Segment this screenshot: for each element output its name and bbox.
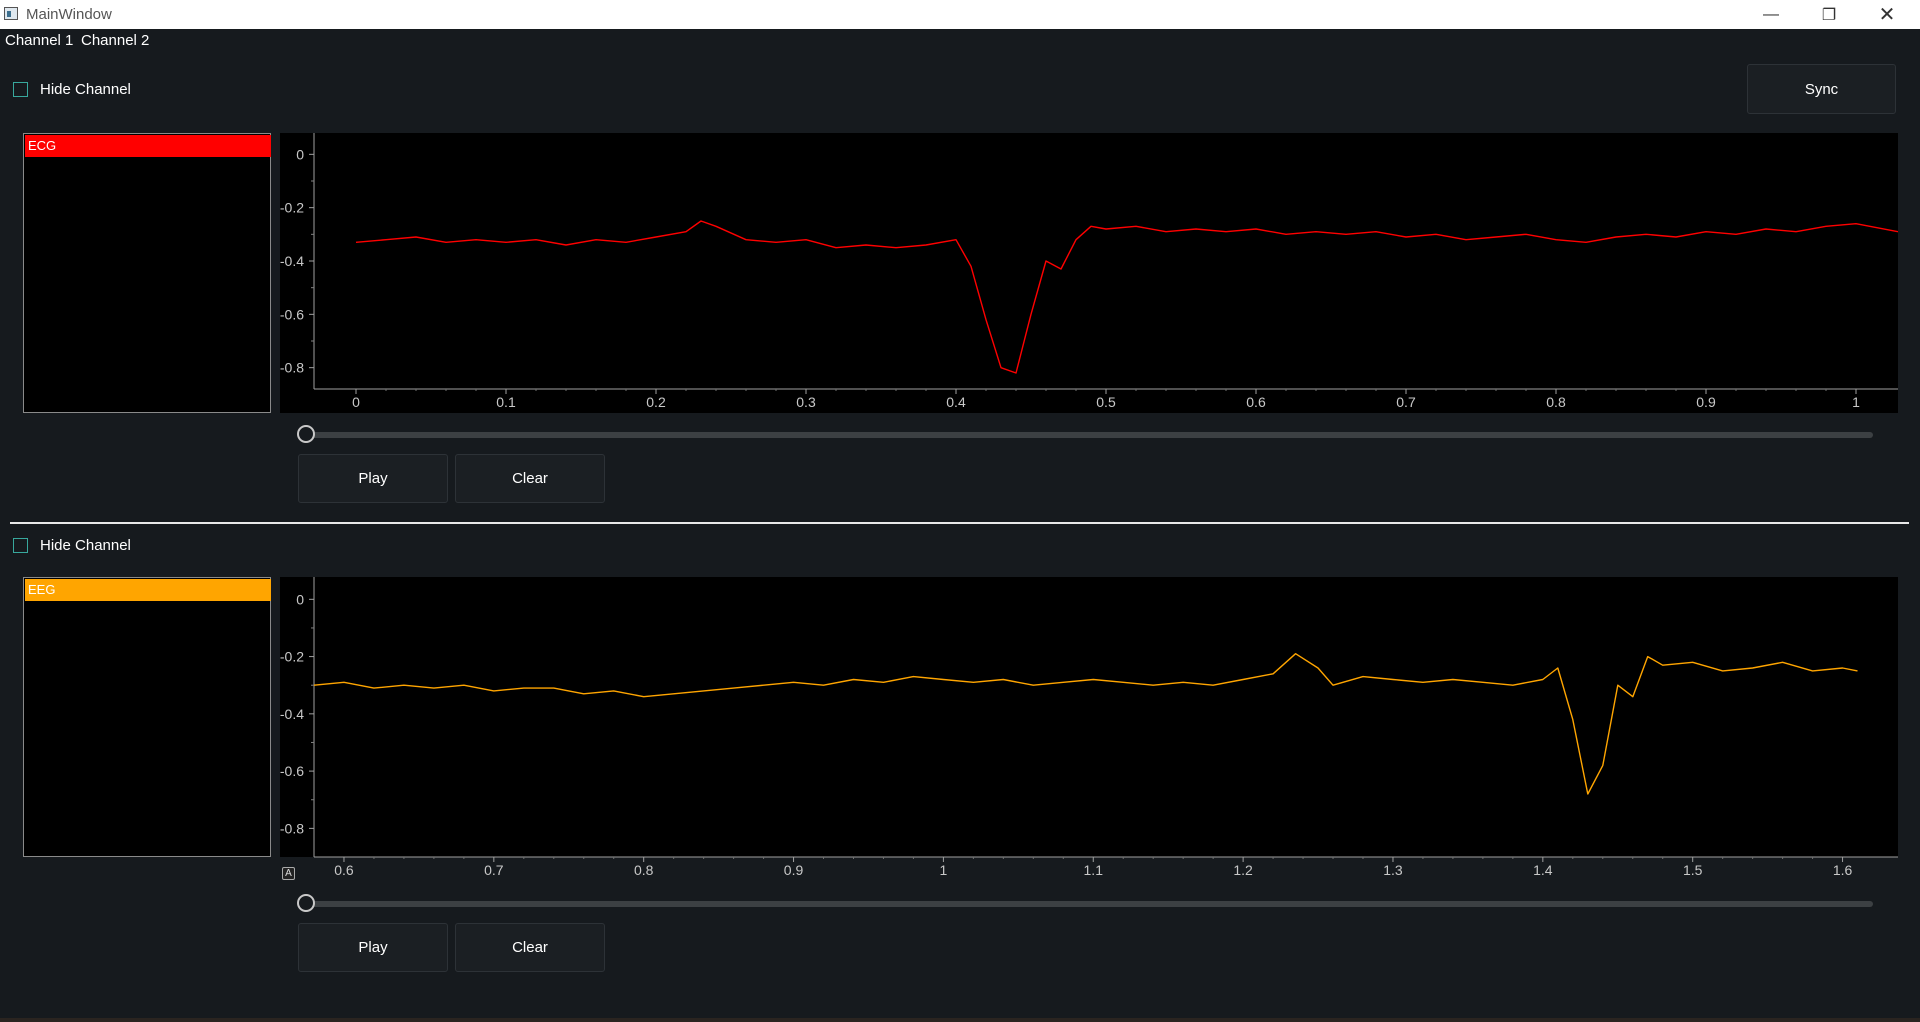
y-tick-label: -0.6 [280,306,304,322]
clear-button-channel-2[interactable]: Clear [455,923,605,972]
window-title: MainWindow [26,6,112,23]
play-button-channel-1[interactable]: Play [298,454,448,503]
hide-channel-2-checkbox[interactable] [13,538,28,553]
y-tick-label: -0.8 [280,820,304,836]
y-tick-label: 0 [296,591,304,607]
x-tick-label: 1.2 [1233,862,1253,878]
minimize-icon[interactable]: — [1742,0,1800,29]
y-tick-label: 0 [296,146,304,162]
hide-channel-1-row[interactable]: Hide Channel [13,81,131,98]
channel-1-chart[interactable]: 0 -0.2 -0.4 -0.6 -0.8 0 0.1 0.2 0.3 0.4 0.5 0.6 0.7 0… [280,133,1898,413]
menu-channel-1[interactable]: Channel 1 [5,32,73,49]
channel-2-slider[interactable] [297,893,1873,913]
x-tick-label: 0.3 [796,394,816,410]
x-tick-label: 0.8 [1546,394,1566,410]
menu-bar: Channel 1 Channel 2 [0,29,1920,53]
x-tick-label: 1.4 [1533,862,1553,878]
y-tick-label: -0.4 [280,253,304,269]
channel-2-legend: EEG [23,577,271,857]
legend-item-eeg[interactable]: EEG [25,579,271,601]
play-button-channel-2[interactable]: Play [298,923,448,972]
x-tick-label: 0.6 [334,862,354,878]
hide-channel-1-label: Hide Channel [40,81,131,98]
menu-channel-2[interactable]: Channel 2 [81,32,149,49]
x-tick-label: 0 [352,394,360,410]
hide-channel-1-checkbox[interactable] [13,82,28,97]
x-tick-label: 0.6 [1246,394,1266,410]
slider-track[interactable] [301,901,1873,907]
channel-separator [10,522,1909,524]
slider-handle[interactable] [297,425,315,443]
series-line [355,220,1898,374]
x-tick-label: 0.9 [784,862,804,878]
x-tick-label: 0.2 [646,394,666,410]
y-tick-label: -0.4 [280,706,304,722]
close-icon[interactable]: ✕ [1858,0,1916,29]
slider-track[interactable] [301,432,1873,438]
channel-1-legend: ECG [23,133,271,413]
clear-button-channel-1[interactable]: Clear [455,454,605,503]
x-tick-label: 0.1 [496,394,516,410]
x-tick-label: 0.7 [484,862,504,878]
y-tick-label: -0.2 [280,200,304,216]
channel-2-plot[interactable]: 0 -0.2 -0.4 -0.6 -0.8 0.6 0.7 0.8 0.9 1 1.1 1.2 1.3 1… [280,577,1898,878]
autorange-button[interactable]: A [282,867,295,880]
x-tick-label: 0.5 [1096,394,1116,410]
y-tick-label: -0.2 [280,649,304,665]
hide-channel-2-row[interactable]: Hide Channel [13,537,131,554]
y-tick-label: -0.8 [280,360,304,376]
channel-2-chart[interactable]: 0 -0.2 -0.4 -0.6 -0.8 0.6 0.7 0.8 0.9 1 1.1 1.2 1.3 1… [280,577,1898,883]
slider-handle[interactable] [297,894,315,912]
x-tick-label: 1 [940,862,948,878]
x-tick-label: 0.8 [634,862,654,878]
x-tick-label: 1 [1852,394,1860,410]
x-tick-label: 0.7 [1396,394,1416,410]
channel-1-plot[interactable]: 0 -0.2 -0.4 -0.6 -0.8 0 0.1 0.2 0.3 0.4 0.5 0.6 0.7 0… [280,133,1898,413]
title-bar: MainWindow — ❐ ✕ [0,0,1920,29]
x-tick-label: 1.5 [1683,862,1703,878]
series-line [313,653,1858,795]
legend-item-ecg[interactable]: ECG [25,135,271,157]
x-tick-label: 1.3 [1383,862,1403,878]
sync-button[interactable]: Sync [1747,64,1896,114]
app-icon [4,7,18,20]
bottom-strip [0,1018,1920,1022]
x-tick-label: 1.1 [1084,862,1104,878]
y-tick-label: -0.6 [280,763,304,779]
x-tick-label: 0.4 [946,394,966,410]
restore-icon[interactable]: ❐ [1800,0,1858,29]
hide-channel-2-label: Hide Channel [40,537,131,554]
channel-1-slider[interactable] [297,424,1873,444]
x-tick-label: 1.6 [1833,862,1853,878]
x-tick-label: 0.9 [1696,394,1716,410]
